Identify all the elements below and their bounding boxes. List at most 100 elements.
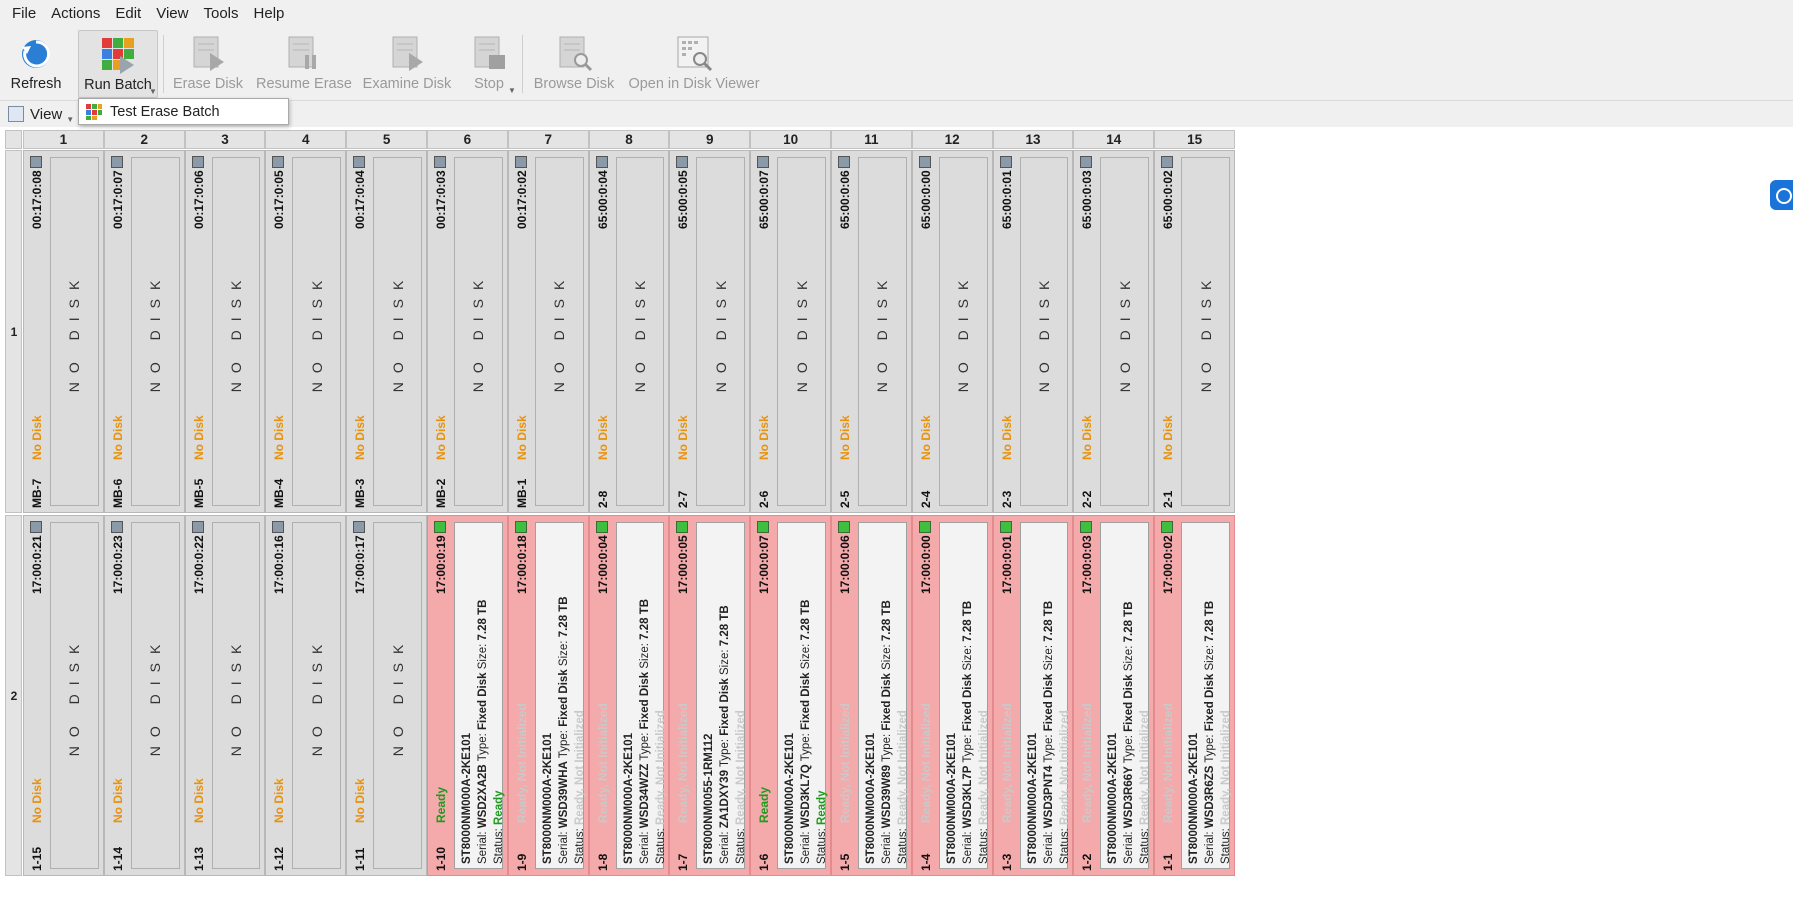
slot-timer: 65:00:0:02 — [1161, 170, 1176, 229]
stop-button[interactable]: Stop ▼ — [464, 30, 516, 98]
drive-slot-MB-7[interactable]: NO DISK 00:17:0:08 MB-7 No Disk — [23, 150, 104, 513]
menu-help[interactable]: Help — [248, 5, 294, 22]
menu-edit[interactable]: Edit — [109, 5, 150, 22]
slot-status: No Disk — [110, 415, 125, 460]
no-disk-panel: NO DISK — [211, 522, 261, 869]
run-batch-button[interactable]: Run Batch ▼ — [78, 30, 158, 98]
open-in-disk-viewer-button[interactable]: Open in Disk Viewer — [628, 30, 760, 98]
resume-erase-button[interactable]: Resume Erase — [256, 30, 352, 98]
slot-status: No Disk — [1161, 415, 1176, 460]
drive-slot-2-3[interactable]: NO DISK 65:00:0:01 2-3 No Disk — [992, 150, 1074, 513]
column-header-14: 14 — [1073, 130, 1155, 149]
drive-slot-1-11[interactable]: NO DISK 17:00:0:17 1-11 No Disk — [346, 515, 427, 876]
no-disk-label: NO DISK — [470, 271, 487, 392]
run-batch-dropdown-icon[interactable]: ▼ — [149, 87, 157, 96]
slot-id: 2-5 — [838, 490, 852, 508]
remote-control-icon[interactable] — [1770, 180, 1793, 210]
drive-slot-1-8[interactable]: ST8000NM000A-2KE101 Serial: WSD34WZZ Type… — [588, 515, 670, 876]
drive-slot-2-6[interactable]: NO DISK 65:00:0:07 2-6 No Disk — [750, 150, 831, 513]
drive-led-icon — [918, 156, 931, 168]
slot-timer: 17:00:0:18 — [514, 535, 529, 594]
drive-slot-MB-5[interactable]: NO DISK 00:17:0:06 MB-5 No Disk — [184, 150, 266, 513]
drive-slot-1-5[interactable]: ST8000NM000A-2KE101 Serial: WSD39W89 Type… — [831, 515, 912, 876]
drive-slot-1-2[interactable]: ST8000NM000A-2KE101 Serial: WSD3R66Y Type… — [1073, 515, 1155, 876]
drive-slot-1-7[interactable]: ST8000NM0055-1RM112 Serial: ZA1DXY39 Type… — [669, 515, 751, 876]
view-icon — [8, 106, 24, 122]
drive-slot-2-7[interactable]: NO DISK 65:00:0:05 2-7 No Disk — [669, 150, 751, 513]
disk-grid: 1 2 3 4 5 6 7 8 9 10 11 12 13 14 15 1 2 NO DISK 00:17:0:08… — [5, 130, 1237, 876]
disk-status: Status: Ready, Not Initialized — [977, 710, 990, 864]
drive-slot-1-13[interactable]: NO DISK 17:00:0:22 1-13 No Disk — [184, 515, 266, 876]
slot-timer: 00:17:0:03 — [434, 170, 448, 229]
browse-disk-icon — [559, 36, 593, 72]
drive-slot-2-1[interactable]: NO DISK 65:00:0:02 2-1 No Disk — [1154, 150, 1235, 513]
menu-file[interactable]: File — [6, 5, 45, 22]
drive-slot-1-15[interactable]: NO DISK 17:00:0:21 1-15 No Disk — [23, 515, 104, 876]
drive-slot-1-3[interactable]: ST8000NM000A-2KE101 Serial: WSD3PNT4 Type… — [992, 515, 1074, 876]
slot-id: MB-3 — [353, 478, 368, 508]
drive-slot-MB-4[interactable]: NO DISK 00:17:0:05 MB-4 No Disk — [265, 150, 347, 513]
no-disk-label: NO DISK — [955, 271, 972, 392]
column-header-15: 15 — [1154, 130, 1235, 149]
drive-slot-MB-2[interactable]: NO DISK 00:17:0:03 MB-2 No Disk — [427, 150, 508, 513]
drive-led-icon — [1080, 156, 1093, 168]
slot-status: No Disk — [353, 778, 368, 823]
disk-status: Status: Ready, Not Initialized — [1220, 710, 1233, 864]
stop-dropdown-icon[interactable]: ▼ — [508, 86, 516, 95]
drive-slot-1-1[interactable]: ST8000NM000A-2KE101 Serial: WSD3R6ZS Type… — [1154, 515, 1235, 876]
disk-model: ST8000NM000A-2KE101 — [865, 732, 877, 864]
slot-id: MB-5 — [191, 478, 206, 508]
disk-model: ST8000NM0055-1RM112 — [703, 733, 716, 864]
slot-status: No Disk — [30, 778, 44, 823]
drive-slot-2-8[interactable]: NO DISK 65:00:0:04 2-8 No Disk — [588, 150, 670, 513]
slot-status: No Disk — [353, 415, 368, 460]
disk-details: Serial: WSD3KL7Q Type: Fixed Disk Size: … — [800, 599, 813, 864]
drive-slot-1-9[interactable]: ST8000NM000A-2KE101 Serial: WSD39WHA Type… — [507, 515, 589, 876]
menu-actions[interactable]: Actions — [45, 5, 109, 22]
slot-timer: 17:00:0:02 — [1161, 535, 1176, 594]
slot-status: Ready, Not Initialized — [1161, 703, 1176, 823]
slot-status: Ready, Not Initialized — [514, 703, 529, 823]
test-erase-batch-item[interactable]: Test Erase Batch — [110, 104, 220, 120]
disk-model: ST8000NM000A-2KE101 — [784, 732, 797, 864]
no-disk-panel: NO DISK — [858, 157, 907, 506]
slot-timer: 17:00:0:03 — [1080, 535, 1095, 594]
disk-status: Status: Ready, Not Initialized — [1139, 710, 1152, 864]
no-disk-panel: NO DISK — [938, 157, 988, 506]
drive-slot-2-4[interactable]: NO DISK 65:00:0:00 2-4 No Disk — [911, 150, 993, 513]
drive-led-icon — [434, 521, 446, 533]
no-disk-label: NO DISK — [1197, 271, 1214, 392]
no-disk-label: NO DISK — [389, 635, 406, 756]
drive-slot-MB-3[interactable]: NO DISK 00:17:0:04 MB-3 No Disk — [346, 150, 427, 513]
no-disk-label: NO DISK — [308, 635, 325, 756]
slot-status: No Disk — [272, 778, 287, 823]
drive-slot-1-4[interactable]: ST8000NM000A-2KE101 Serial: WSD3KL7P Type… — [911, 515, 993, 876]
slot-id: 1-9 — [514, 853, 529, 871]
column-header-11: 11 — [831, 130, 912, 149]
no-disk-label: NO DISK — [389, 271, 406, 392]
erase-disk-button[interactable]: Erase Disk — [170, 30, 246, 98]
drive-slot-2-5[interactable]: NO DISK 65:00:0:06 2-5 No Disk — [831, 150, 912, 513]
menu-tools[interactable]: Tools — [197, 5, 247, 22]
refresh-icon — [22, 40, 51, 68]
view-dropdown-icon[interactable]: ▼ — [66, 115, 74, 124]
menu-view[interactable]: View — [150, 5, 197, 22]
browse-disk-button[interactable]: Browse Disk — [530, 30, 618, 98]
drive-slot-1-6[interactable]: ST8000NM000A-2KE101 Serial: WSD3KL7Q Type… — [750, 515, 831, 876]
view-button[interactable]: View ▼ — [8, 103, 74, 125]
drive-slot-1-10[interactable]: ST8000NM000A-2KE101 Serial: WSD2XA2B Type… — [427, 515, 508, 876]
disk-viewer-icon — [677, 36, 713, 72]
refresh-button[interactable]: Refresh — [6, 30, 66, 98]
drive-slot-MB-1[interactable]: NO DISK 00:17:0:02 MB-1 No Disk — [507, 150, 589, 513]
no-disk-label: NO DISK — [712, 271, 729, 392]
drive-slot-1-12[interactable]: NO DISK 17:00:0:16 1-12 No Disk — [265, 515, 347, 876]
drive-slot-1-14[interactable]: NO DISK 17:00:0:23 1-14 No Disk — [103, 515, 185, 876]
no-disk-label: NO DISK — [227, 271, 244, 392]
slot-timer: 65:00:0:06 — [838, 170, 852, 229]
examine-disk-button[interactable]: Examine Disk — [362, 30, 452, 98]
drive-slot-2-2[interactable]: NO DISK 65:00:0:03 2-2 No Disk — [1073, 150, 1155, 513]
slot-timer: 65:00:0:07 — [757, 170, 772, 229]
drive-slot-MB-6[interactable]: NO DISK 00:17:0:07 MB-6 No Disk — [103, 150, 185, 513]
slot-id: 2-3 — [999, 490, 1014, 508]
slot-timer: 00:17:0:06 — [191, 170, 206, 229]
